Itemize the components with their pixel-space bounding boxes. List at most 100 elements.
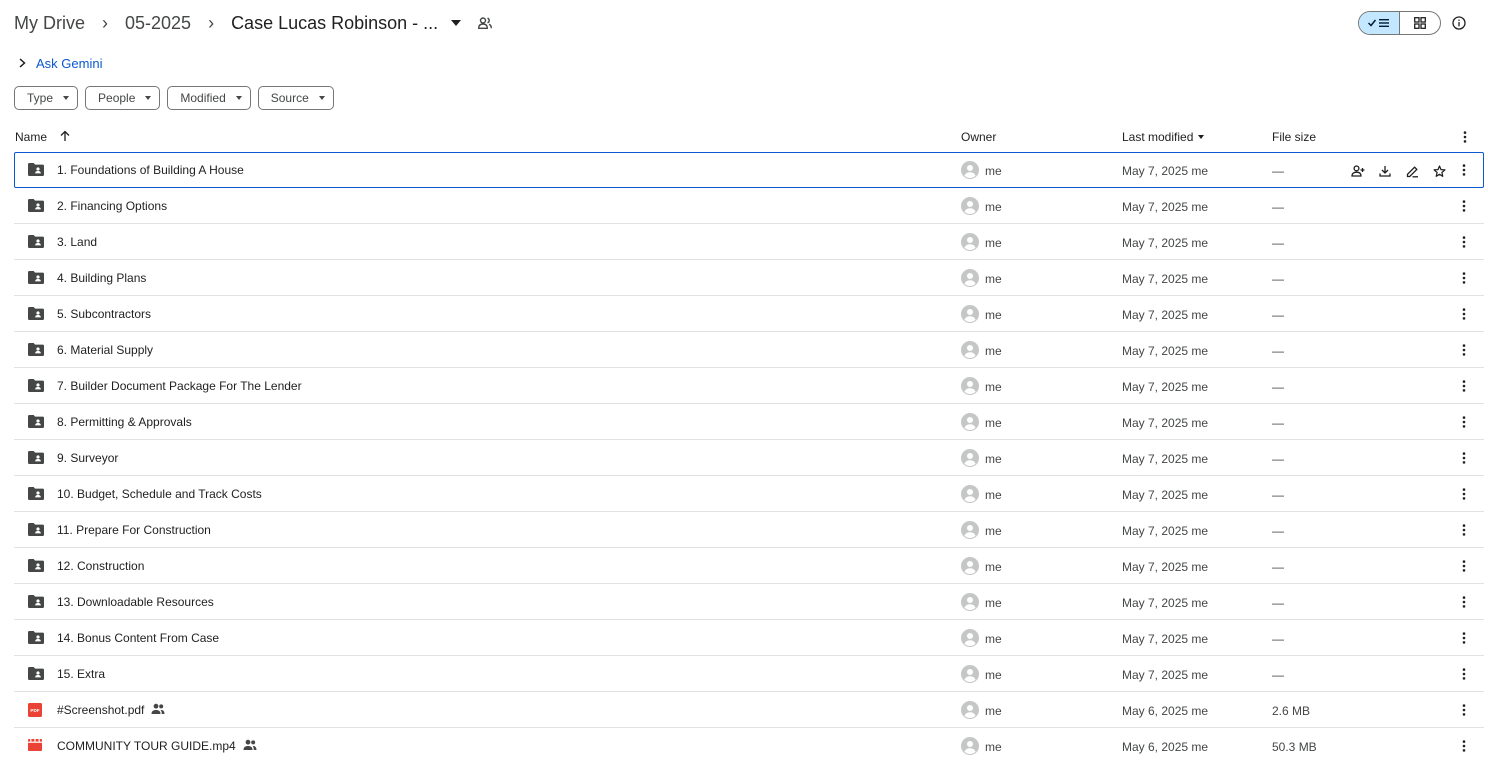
file-size: —	[1272, 380, 1284, 394]
file-size: —	[1272, 524, 1284, 538]
chevron-right-icon[interactable]	[14, 55, 30, 71]
file-name[interactable]: 6. Material Supply	[57, 343, 153, 357]
avatar	[961, 449, 979, 467]
table-row[interactable]: 7. Builder Document Package For The Lend…	[14, 368, 1484, 404]
breadcrumb-current-folder[interactable]: Case Lucas Robinson - ...	[231, 13, 438, 34]
info-icon[interactable]	[1450, 14, 1468, 32]
more-vert-icon[interactable]	[1457, 451, 1471, 465]
caret-down-icon	[235, 96, 242, 100]
more-vert-icon[interactable]	[1457, 199, 1471, 213]
column-owner[interactable]: Owner	[961, 130, 996, 144]
filter-bar: Type People Modified Source	[14, 86, 334, 110]
table-row[interactable]: 9. Surveyor me May 7, 2025 me —	[14, 440, 1484, 476]
file-name[interactable]: 12. Construction	[57, 559, 144, 573]
table-row[interactable]: COMMUNITY TOUR GUIDE.mp4 me May 6, 2025 me…	[14, 728, 1484, 762]
file-name[interactable]: 13. Downloadable Resources	[57, 595, 214, 609]
file-name[interactable]: 2. Financing Options	[57, 199, 167, 213]
list-view-button[interactable]	[1359, 12, 1400, 34]
more-vert-icon[interactable]	[1457, 415, 1471, 429]
download-icon[interactable]	[1377, 163, 1393, 179]
file-name[interactable]: 5. Subcontractors	[57, 307, 151, 321]
table-row[interactable]: 3. Land me May 7, 2025 me —	[14, 224, 1484, 260]
more-vert-icon[interactable]	[1457, 343, 1471, 357]
table-row[interactable]: 12. Construction me May 7, 2025 me —	[14, 548, 1484, 584]
file-name[interactable]: 8. Permitting & Approvals	[57, 415, 192, 429]
table-row[interactable]: PDF #Screenshot.pdf me May 6, 2025 me 2.6 MB	[14, 692, 1484, 728]
file-name[interactable]: 14. Bonus Content From Case	[57, 631, 219, 645]
file-name[interactable]: 4. Building Plans	[57, 271, 146, 285]
table-row[interactable]: 2. Financing Options me May 7, 2025 me —	[14, 188, 1484, 224]
table-row[interactable]: 5. Subcontractors me May 7, 2025 me —	[14, 296, 1484, 332]
more-vert-icon[interactable]	[1457, 307, 1471, 321]
file-name[interactable]: #Screenshot.pdf	[57, 703, 144, 717]
avatar	[961, 305, 979, 323]
share-icon[interactable]	[1350, 163, 1366, 179]
rename-icon[interactable]	[1404, 163, 1420, 179]
folder-menu-dropdown-icon[interactable]	[448, 15, 464, 31]
more-vert-icon[interactable]	[1457, 235, 1471, 249]
table-row[interactable]: 8. Permitting & Approvals me May 7, 2025 m…	[14, 404, 1484, 440]
breadcrumb-my-drive[interactable]: My Drive	[14, 13, 85, 34]
column-name[interactable]: Name	[15, 130, 47, 144]
column-last-modified[interactable]: Last modified	[1122, 130, 1205, 144]
svg-text:PDF: PDF	[30, 708, 39, 713]
file-name[interactable]: 1. Foundations of Building A House	[57, 163, 244, 177]
sort-ascending-arrow-icon[interactable]	[59, 129, 73, 143]
more-vert-icon[interactable]	[1457, 559, 1471, 573]
last-modified: May 7, 2025 me	[1122, 668, 1209, 682]
table-row[interactable]: 6. Material Supply me May 7, 2025 me —	[14, 332, 1484, 368]
more-vert-icon[interactable]	[1457, 487, 1471, 501]
filter-source[interactable]: Source	[257, 86, 334, 110]
more-vert-icon[interactable]	[1457, 703, 1471, 717]
file-size: —	[1272, 416, 1284, 430]
ask-gemini-row[interactable]: Ask Gemini	[14, 54, 102, 72]
file-name[interactable]: 15. Extra	[57, 667, 105, 681]
table-row[interactable]: 10. Budget, Schedule and Track Costs me Ma…	[14, 476, 1484, 512]
last-modified: May 7, 2025 me	[1122, 416, 1209, 430]
more-vert-icon[interactable]	[1458, 130, 1472, 144]
avatar	[961, 629, 979, 647]
more-vert-icon[interactable]	[1457, 379, 1471, 393]
file-name[interactable]: 3. Land	[57, 235, 97, 249]
avatar	[961, 521, 979, 539]
filter-people-label: People	[98, 91, 136, 105]
file-name[interactable]: 10. Budget, Schedule and Track Costs	[57, 487, 262, 501]
owner-name: me	[985, 380, 1002, 394]
more-vert-icon[interactable]	[1457, 163, 1471, 177]
last-modified: May 7, 2025 me	[1122, 632, 1209, 646]
column-file-size[interactable]: File size	[1272, 130, 1316, 144]
more-vert-icon[interactable]	[1457, 271, 1471, 285]
last-modified: May 7, 2025 me	[1122, 488, 1209, 502]
filter-modified[interactable]: Modified	[167, 86, 251, 110]
file-name[interactable]: 9. Surveyor	[57, 451, 118, 465]
table-row[interactable]: 11. Prepare For Construction me May 7, 202…	[14, 512, 1484, 548]
table-header: Name Owner Last modified File size	[14, 124, 1484, 150]
file-name[interactable]: 11. Prepare For Construction	[57, 523, 211, 537]
owner-name: me	[985, 200, 1002, 214]
more-vert-icon[interactable]	[1457, 667, 1471, 681]
more-vert-icon[interactable]	[1457, 523, 1471, 537]
file-size: —	[1272, 200, 1284, 214]
grid-view-button[interactable]	[1400, 12, 1440, 34]
owner-name: me	[985, 344, 1002, 358]
table-row[interactable]: 4. Building Plans me May 7, 2025 me —	[14, 260, 1484, 296]
filter-type[interactable]: Type	[14, 86, 79, 110]
star-icon[interactable]	[1431, 163, 1447, 179]
more-vert-icon[interactable]	[1457, 631, 1471, 645]
filter-people[interactable]: People	[85, 86, 161, 110]
last-modified: May 7, 2025 me	[1122, 308, 1209, 322]
more-vert-icon[interactable]	[1457, 595, 1471, 609]
file-name[interactable]: 7. Builder Document Package For The Lend…	[57, 379, 302, 393]
shared-folder-icon	[28, 379, 44, 393]
shared-folder-icon	[28, 271, 44, 285]
table-row[interactable]: 13. Downloadable Resources me May 7, 2025 …	[14, 584, 1484, 620]
breadcrumb-05-2025[interactable]: 05-2025	[125, 13, 191, 34]
table-row[interactable]: 14. Bonus Content From Case me May 7, 2025…	[14, 620, 1484, 656]
shared-folder-icon	[28, 307, 44, 321]
table-row[interactable]: 1. Foundations of Building A House me May …	[14, 152, 1484, 188]
file-name[interactable]: COMMUNITY TOUR GUIDE.mp4	[57, 739, 236, 753]
table-row[interactable]: 15. Extra me May 7, 2025 me —	[14, 656, 1484, 692]
ask-gemini-link[interactable]: Ask Gemini	[36, 56, 102, 71]
more-vert-icon[interactable]	[1457, 739, 1471, 753]
shared-people-icon[interactable]	[476, 14, 494, 32]
